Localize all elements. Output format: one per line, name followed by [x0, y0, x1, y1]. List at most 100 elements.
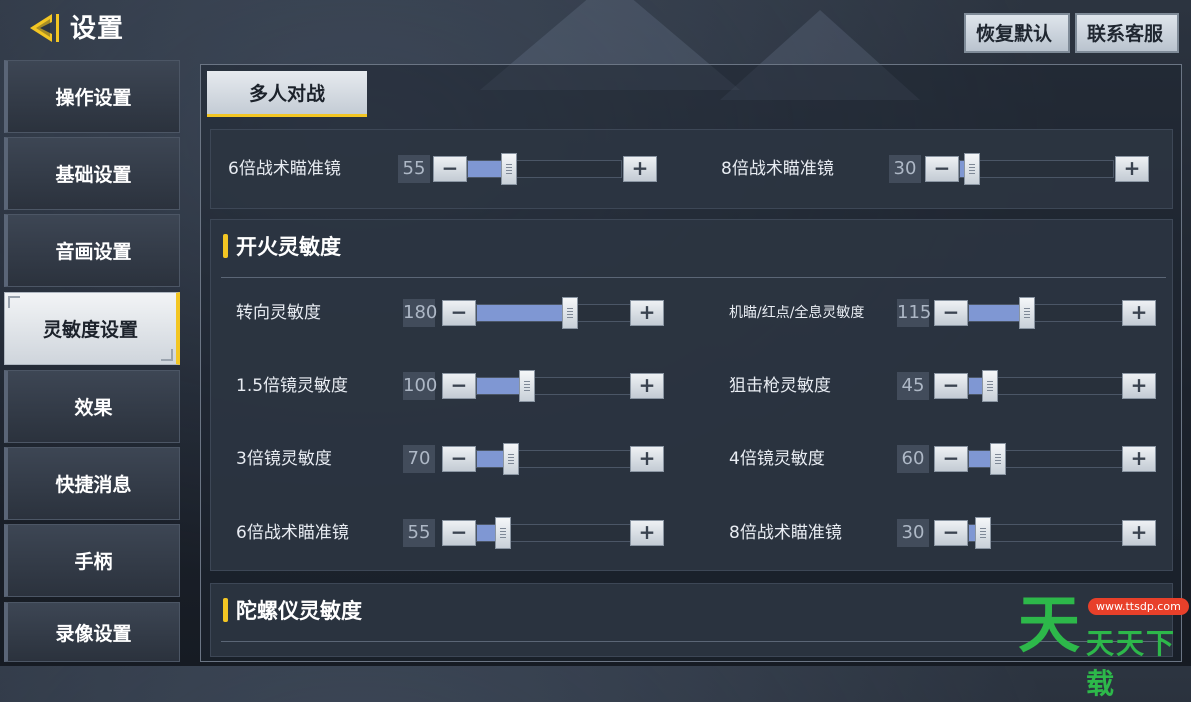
slider-row: 6倍战术瞄准镜 55 − +	[236, 516, 676, 550]
watermark-logo: 天 www.ttsdp.com 天天下载	[1018, 588, 1189, 700]
section-marker	[223, 598, 228, 622]
section-title: 陀螺仪灵敏度	[236, 599, 362, 623]
slider-track[interactable]	[968, 443, 1123, 475]
sidebar-item-effects[interactable]: 效果	[4, 370, 180, 443]
slider-track[interactable]	[968, 517, 1123, 549]
sidebar-item-basic[interactable]: 基础设置	[4, 137, 180, 210]
slider-thumb[interactable]	[562, 297, 579, 329]
slider-thumb[interactable]	[502, 443, 519, 475]
increase-button[interactable]: +	[1122, 520, 1156, 546]
slider-thumb[interactable]	[501, 153, 518, 185]
watermark-char: 天	[1018, 588, 1081, 661]
slider-row: 8倍战术瞄准镜 30 − +	[721, 152, 1151, 186]
settings-panel: 多人对战 6倍战术瞄准镜 55 − + 8倍战术瞄准镜 30 − + 开火灵敏度…	[200, 64, 1182, 662]
increase-button[interactable]: +	[630, 373, 664, 399]
slider-row: 狙击枪灵敏度 45 − +	[729, 369, 1169, 403]
slider-label: 8倍战术瞄准镜	[729, 523, 842, 543]
slider-value: 30	[889, 155, 921, 183]
slider-row: 4倍镜灵敏度 60 − +	[729, 442, 1169, 476]
slider-row: 8倍战术瞄准镜 30 − +	[729, 516, 1169, 550]
sidebar-item-audio-video[interactable]: 音画设置	[4, 214, 180, 287]
slider-track[interactable]	[476, 370, 631, 402]
slider-track[interactable]	[467, 153, 622, 185]
slider-thumb[interactable]	[1019, 297, 1036, 329]
increase-button[interactable]: +	[630, 520, 664, 546]
increase-button[interactable]: +	[1122, 373, 1156, 399]
slider-value: 115	[897, 299, 931, 327]
slider-track[interactable]	[968, 370, 1123, 402]
slider-track[interactable]	[476, 297, 631, 329]
section-marker	[223, 234, 228, 258]
section-header: 陀螺仪灵敏度	[223, 594, 362, 626]
sidebar-item-sensitivity[interactable]: 灵敏度设置	[4, 292, 180, 365]
slider-track[interactable]	[968, 297, 1123, 329]
page-title: 设置	[70, 14, 125, 44]
decrease-button[interactable]: −	[934, 300, 968, 326]
watermark-brand: 天天下载	[1086, 627, 1177, 700]
increase-button[interactable]: +	[1122, 446, 1156, 472]
decrease-button[interactable]: −	[925, 156, 959, 182]
slider-value: 30	[897, 519, 929, 547]
slider-value: 100	[403, 372, 437, 400]
slider-thumb[interactable]	[974, 517, 991, 549]
slider-thumb[interactable]	[982, 370, 999, 402]
slider-label: 8倍战术瞄准镜	[721, 159, 834, 179]
slider-value: 180	[403, 299, 437, 327]
sidebar-item-controller[interactable]: 手柄	[4, 524, 180, 597]
slider-value: 45	[897, 372, 929, 400]
back-button[interactable]	[26, 10, 64, 46]
slider-label: 机瞄/红点/全息灵敏度	[729, 305, 865, 321]
decrease-button[interactable]: −	[934, 446, 968, 472]
section-title: 开火灵敏度	[236, 235, 341, 259]
slider-value: 55	[398, 155, 430, 183]
slider-value: 60	[897, 445, 929, 473]
slider-track[interactable]	[476, 443, 631, 475]
slider-label: 6倍战术瞄准镜	[228, 159, 341, 179]
slider-value: 55	[403, 519, 435, 547]
scope-sensitivity-block: 6倍战术瞄准镜 55 − + 8倍战术瞄准镜 30 − +	[210, 129, 1173, 209]
tab-multiplayer[interactable]: 多人对战	[207, 71, 367, 117]
increase-button[interactable]: +	[1122, 300, 1156, 326]
increase-button[interactable]: +	[623, 156, 657, 182]
slider-row: 转向灵敏度 180 − +	[236, 296, 676, 330]
slider-thumb[interactable]	[519, 370, 536, 402]
slider-track[interactable]	[959, 153, 1114, 185]
slider-track[interactable]	[476, 517, 631, 549]
decrease-button[interactable]: −	[442, 300, 476, 326]
decrease-button[interactable]: −	[442, 446, 476, 472]
slider-row: 机瞄/红点/全息灵敏度 115 − +	[729, 296, 1169, 330]
slider-label: 转向灵敏度	[236, 303, 321, 323]
decrease-button[interactable]: −	[433, 156, 467, 182]
divider	[221, 277, 1166, 278]
slider-label: 6倍战术瞄准镜	[236, 523, 349, 543]
back-arrow-icon	[30, 14, 59, 42]
slider-row: 6倍战术瞄准镜 55 − +	[228, 152, 658, 186]
sidebar-item-quick-messages[interactable]: 快捷消息	[4, 447, 180, 520]
reset-default-button[interactable]: 恢复默认	[964, 13, 1070, 53]
slider-thumb[interactable]	[990, 443, 1007, 475]
slider-row: 3倍镜灵敏度 70 − +	[236, 442, 676, 476]
increase-button[interactable]: +	[1115, 156, 1149, 182]
slider-value: 70	[403, 445, 435, 473]
contact-support-button[interactable]: 联系客服	[1075, 13, 1179, 53]
sidebar-item-controls[interactable]: 操作设置	[4, 60, 180, 133]
slider-fill	[477, 305, 571, 321]
sidebar-item-recording[interactable]: 录像设置	[4, 602, 180, 662]
header: 设置 恢复默认 联系客服	[0, 0, 1191, 56]
decrease-button[interactable]: −	[934, 373, 968, 399]
slider-thumb[interactable]	[495, 517, 511, 549]
increase-button[interactable]: +	[630, 300, 664, 326]
decrease-button[interactable]: −	[442, 520, 476, 546]
decrease-button[interactable]: −	[442, 373, 476, 399]
decrease-button[interactable]: −	[934, 520, 968, 546]
fire-sensitivity-block: 开火灵敏度 转向灵敏度 180 − + 1.5倍镜灵敏度 100 − + 3倍镜…	[210, 219, 1173, 571]
slider-label: 1.5倍镜灵敏度	[236, 376, 349, 396]
slider-row: 1.5倍镜灵敏度 100 − +	[236, 369, 676, 403]
watermark-url: www.ttsdp.com	[1088, 598, 1189, 615]
slider-thumb[interactable]	[964, 153, 981, 185]
section-header: 开火灵敏度	[223, 230, 341, 262]
slider-label: 4倍镜灵敏度	[729, 449, 825, 469]
slider-label: 3倍镜灵敏度	[236, 449, 332, 469]
slider-label: 狙击枪灵敏度	[729, 376, 831, 396]
increase-button[interactable]: +	[630, 446, 664, 472]
